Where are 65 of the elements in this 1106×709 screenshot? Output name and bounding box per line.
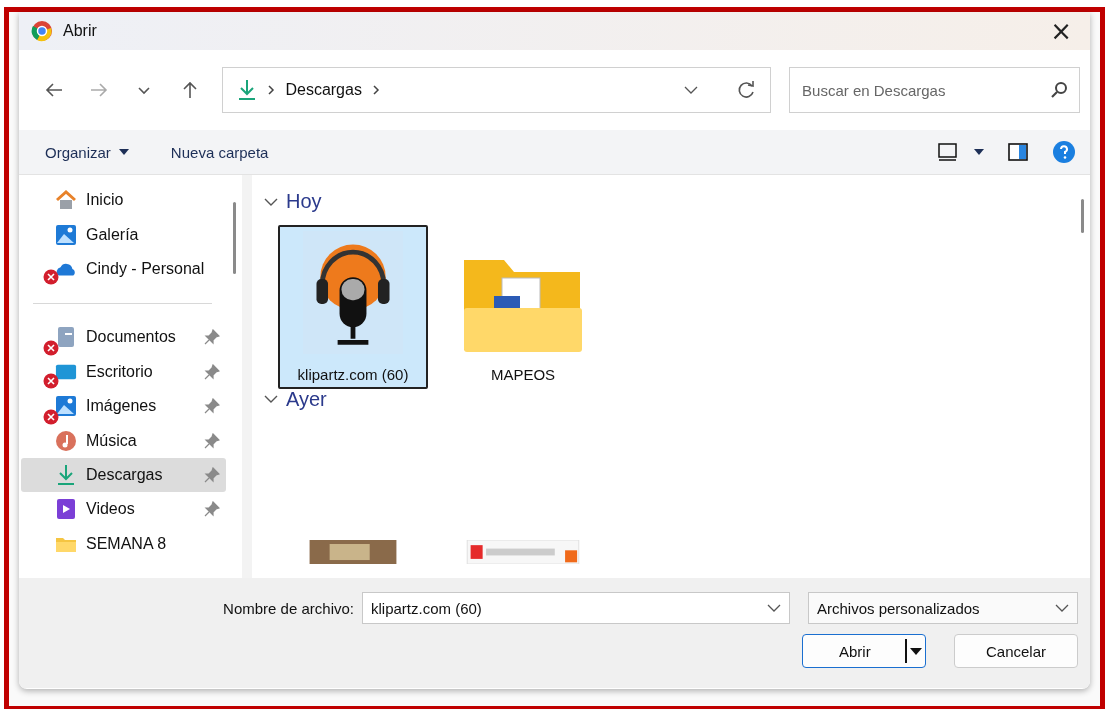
- sidebar-item[interactable]: Galería: [21, 217, 226, 252]
- sidebar-label: Imágenes: [86, 397, 158, 416]
- sidebar-label: Inicio: [86, 191, 125, 210]
- file-name: MAPEOS: [490, 365, 556, 383]
- open-button[interactable]: Abrir: [802, 634, 926, 668]
- chevron-down-icon: [264, 196, 278, 207]
- picture-icon: [55, 223, 77, 246]
- file-name: klipartz.com (60): [297, 365, 409, 383]
- film-icon: [56, 498, 76, 521]
- window-title: Abrir: [63, 22, 98, 40]
- sidebar-label: Documentos: [86, 328, 177, 347]
- group-title: Hoy: [286, 190, 322, 214]
- preview-pane-icon[interactable]: [1008, 143, 1028, 161]
- sidebar-item[interactable]: Imágenes: [21, 388, 226, 424]
- sidebar-item[interactable]: Videos: [21, 492, 226, 527]
- search-field[interactable]: Buscar en Descargas: [789, 67, 1081, 113]
- sidebar-item[interactable]: Música: [21, 423, 226, 458]
- chevron-down-icon: [767, 603, 781, 613]
- cancel-button[interactable]: Cancelar: [954, 634, 1078, 668]
- sidebar-label: Galería: [86, 225, 140, 244]
- download-icon: [56, 463, 76, 486]
- caret-down-icon: [118, 149, 129, 155]
- document-icon: [56, 326, 76, 349]
- help-icon[interactable]: [1052, 140, 1076, 164]
- sidebar-label: Música: [86, 431, 138, 450]
- house-icon: [55, 190, 77, 211]
- filename-label: Nombre de archivo:: [223, 599, 354, 617]
- sidebar-item[interactable]: Inicio: [21, 183, 226, 218]
- sidebar-label: Videos: [86, 500, 136, 519]
- caret-down-icon: [910, 647, 922, 655]
- file-type-dropdown[interactable]: Archivos personalizados: [808, 592, 1078, 624]
- picture-icon: [55, 395, 77, 418]
- group-header[interactable]: Hoy: [264, 187, 1074, 217]
- address-bar[interactable]: Descargas: [222, 67, 772, 113]
- sidebar-label: Descargas: [86, 465, 164, 484]
- sidebar-label: SEMANA 8: [86, 534, 168, 553]
- new-folder-button[interactable]: Nueva carpeta: [166, 139, 273, 165]
- caret-down-icon[interactable]: [974, 149, 984, 155]
- sidebar-item[interactable]: SEMANA 8: [21, 526, 226, 561]
- browser-logo-icon: [31, 20, 53, 42]
- scrollbar-thumb[interactable]: [232, 202, 236, 274]
- close-button[interactable]: ×: [1044, 18, 1078, 44]
- chevron-right-icon: [371, 84, 380, 96]
- monitor-icon: [55, 362, 77, 381]
- view-mode-icon[interactable]: [938, 143, 958, 161]
- filename-field[interactable]: klipartz.com (60): [362, 592, 790, 624]
- organize-menu-button[interactable]: Organizar: [41, 139, 133, 165]
- sidebar-item[interactable]: Cindy - Personal: [21, 251, 226, 287]
- search-icon: [1050, 81, 1069, 99]
- sidebar-item[interactable]: Descargas: [21, 457, 226, 493]
- download-icon: [237, 79, 258, 101]
- chevron-down-icon[interactable]: [684, 85, 699, 95]
- chevron-down-icon: [264, 394, 278, 405]
- scrollbar-thumb[interactable]: [1080, 199, 1084, 233]
- file-item[interactable]: klipartz.com (60): [278, 224, 428, 389]
- music-note-icon: [55, 429, 77, 452]
- sidebar-item[interactable]: Escritorio: [21, 354, 226, 389]
- breadcrumb-item[interactable]: Descargas: [285, 81, 362, 99]
- sidebar-label: Escritorio: [86, 362, 154, 381]
- sidebar-label: Cindy - Personal: [86, 259, 206, 278]
- chevron-down-icon: [1055, 603, 1069, 613]
- chevron-right-icon: [267, 84, 276, 96]
- group-title: Ayer: [286, 387, 327, 411]
- sidebar-item[interactable]: Documentos: [21, 320, 226, 355]
- refresh-icon[interactable]: [736, 80, 757, 100]
